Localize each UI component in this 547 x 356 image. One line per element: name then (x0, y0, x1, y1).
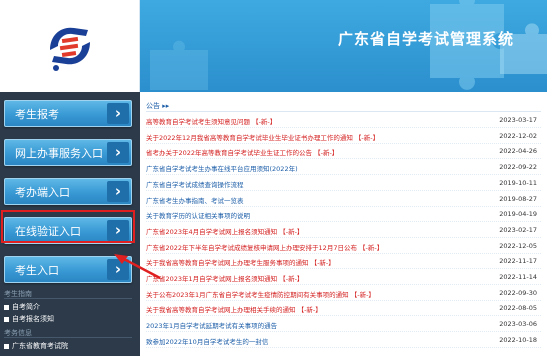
news-date: 2022-12-05 (499, 241, 537, 250)
news-title-link[interactable]: 关于我省高等教育自学考试网上办理考生服务事项的通知 【-新-】 (146, 257, 476, 267)
news-date: 2022-10-18 (499, 335, 537, 344)
news-title-link[interactable]: 广东省自学考试成绩查询操作流程 (146, 179, 476, 189)
news-title-link[interactable]: 高等教育自学考试考生须知意见问题 【-新-】 (146, 116, 476, 126)
news-title-link[interactable]: 广东省自学考试考生办事在线平台应用须知(2022年) (146, 163, 476, 173)
title-banner: 广东省自学考试管理系统 (140, 0, 547, 92)
square-bullet-icon (4, 343, 9, 349)
chevron-right-icon: › (107, 103, 129, 124)
online-service-entry-button[interactable]: 网上办事服务入口 › (4, 139, 132, 166)
announcement-panel: 公告 ▸▸ 高等教育自学考试考生须知意见问题 【-新-】 2023-03-17 关于… (140, 92, 547, 356)
news-title-link[interactable]: 2023年1月自学考试延期考试有关事项的通告 (146, 320, 476, 330)
news-title-link[interactable]: 关于我省高等教育自学考试网上办理相关手续的通知 【-新-】 (146, 304, 476, 314)
site-title: 广东省自学考试管理系统 (338, 30, 515, 48)
news-item[interactable]: 致参加2022年10月自学考试考生的一封信 2022-10-18 (146, 335, 541, 348)
news-item[interactable]: 广东省考生办事指南、考试一览表 2019-08-27 (146, 194, 541, 207)
news-date: 2023-03-17 (499, 116, 537, 124)
red-arrow-annotation-icon (114, 254, 161, 280)
news-title-link[interactable]: 广东省2023年4月自学考试网上报名须知通知 【-新-】 (146, 226, 476, 236)
news-date: 2019-10-11 (499, 178, 537, 187)
news-date: 2022-12-02 (499, 131, 537, 140)
news-title-link[interactable]: 省考办关于2022年高等教育自学考试毕业生证工作的公告 【-新-】 (146, 147, 476, 157)
news-title-link[interactable]: 关于公布2023年1月广东省自学考试考生疫情防控期间有关事项的通知 【-新-】 (146, 289, 476, 299)
news-item[interactable]: 2023年1月自学考试延期考试有关事项的通告 2023-03-06 (146, 319, 541, 333)
news-date: 2022-11-14 (499, 273, 537, 281)
header: 广东省自学考试管理系统 (0, 0, 547, 92)
news-date: 2023-03-06 (499, 320, 537, 329)
news-date: 2022-08-05 (499, 304, 537, 313)
news-date: 2023-02-17 (499, 225, 537, 234)
button-label: 考生报考 (15, 108, 59, 121)
exam-logo-icon (50, 27, 90, 71)
logo-area (0, 0, 140, 92)
news-date: 2022-09-22 (499, 163, 537, 172)
sidebar-link-intro[interactable]: 自考简介 (4, 302, 40, 312)
button-label: 考生入口 (15, 264, 59, 277)
square-bullet-icon (4, 316, 9, 322)
news-item[interactable]: 关于公布2023年1月广东省自学考试考生疫情防控期间有关事项的通知 【-新-】 2… (146, 288, 541, 301)
news-item[interactable]: 广东省2022年下半年自学考试成绩复核申请网上办理安排于12月7日公布 【-新-… (146, 241, 541, 254)
exam-registration-button[interactable]: 考生报考 › (4, 100, 132, 127)
announcement-section-title: 公告 ▸▸ (146, 102, 170, 110)
sidebar-link-exam-institute[interactable]: 广东省教育考试院 (4, 341, 68, 351)
news-date: 2022-11-17 (499, 257, 537, 266)
news-item[interactable]: 关于我省高等教育自学考试网上办理考生服务事项的通知 【-新-】 2022-11-1… (146, 256, 541, 270)
chevron-right-icon: › (107, 181, 129, 202)
news-item[interactable]: 高等教育自学考试考生须知意见问题 【-新-】 2023-03-17 (146, 115, 541, 128)
news-item[interactable]: 广东省自学考试考生办事在线平台应用须知(2022年) 2022-09-22 (146, 162, 541, 176)
news-title-link[interactable]: 关于2022年12月我省高等教育自学考试毕业生毕业证书办理工作的通知 【-新-】 (146, 132, 476, 142)
news-date: 2019-04-19 (499, 210, 537, 219)
news-title-link[interactable]: 关于教育学历的认证相关事项的说明 (146, 210, 476, 220)
news-title-link[interactable]: 广东省考生办事指南、考试一览表 (146, 195, 476, 205)
news-item[interactable]: 关于我省高等教育自学考试网上办理相关手续的通知 【-新-】 2022-08-05 (146, 303, 541, 317)
square-bullet-icon (4, 304, 9, 310)
news-date: 2019-08-27 (499, 194, 537, 203)
news-title-link[interactable]: 致参加2022年10月自学考试考生的一封信 (146, 336, 476, 346)
news-item[interactable]: 省考办关于2022年高等教育自学考试毕业生证工作的公告 【-新-】 2022-04… (146, 146, 541, 160)
news-date: 2022-09-30 (499, 288, 537, 297)
news-item[interactable]: 广东省2023年1月自学考试网上报名须知通知 【-新-】 2022-11-14 (146, 272, 541, 285)
exam-office-entry-button[interactable]: 考办端入口 › (4, 178, 132, 205)
candidate-entry-highlight-frame (1, 210, 135, 243)
news-item[interactable]: 广东省2023年4月自学考试网上报名须知通知 【-新-】 2023-02-17 (146, 225, 541, 238)
news-item[interactable]: 广东省自学考试成绩查询操作流程 2019-10-11 (146, 178, 541, 191)
news-title-link[interactable]: 广东省2023年1月自学考试网上报名须知通知 【-新-】 (146, 273, 476, 283)
link-label: 自考报名须知 (12, 315, 54, 323)
divider (146, 111, 541, 112)
news-date: 2022-04-26 (499, 147, 537, 156)
sidebar-link-notice[interactable]: 自考报名须知 (4, 314, 54, 324)
link-label: 自考简介 (12, 303, 40, 311)
news-item[interactable]: 关于2022年12月我省高等教育自学考试毕业生毕业证书办理工作的通知 【-新-】… (146, 131, 541, 144)
divider (4, 337, 132, 338)
button-label: 考办端入口 (15, 186, 70, 199)
link-label: 广东省教育考试院 (12, 342, 68, 350)
news-title-link[interactable]: 广东省2022年下半年自学考试成绩复核申请网上办理安排于12月7日公布 【-新-… (146, 242, 476, 252)
divider (4, 298, 132, 299)
chevron-right-icon: › (107, 142, 129, 163)
puzzle-decoration-small-icon (150, 40, 208, 90)
news-item[interactable]: 关于教育学历的认证相关事项的说明 2019-04-19 (146, 209, 541, 223)
button-label: 网上办事服务入口 (15, 147, 103, 160)
